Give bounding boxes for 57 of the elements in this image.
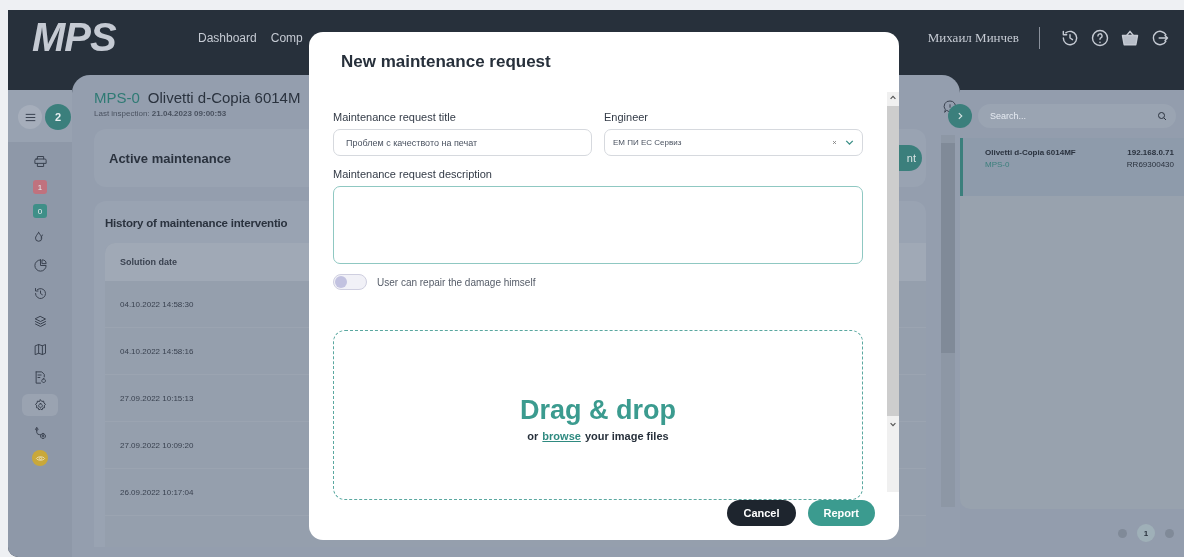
menu-button[interactable] xyxy=(18,105,42,129)
device-list-item[interactable]: Olivetti d-Copia 6014MF 192.168.0.71 MPS-0 RR69300430 xyxy=(960,138,1184,196)
route-icon xyxy=(32,425,48,441)
help-icon[interactable] xyxy=(1090,27,1110,48)
page-button[interactable]: 1 xyxy=(1137,524,1155,542)
nav-link[interactable]: Comp xyxy=(270,30,303,45)
gear-icon xyxy=(32,397,48,413)
panel-title: History of maintenance interventio xyxy=(105,217,289,229)
filter-button[interactable]: 2 xyxy=(45,104,71,130)
browse-link[interactable]: browse xyxy=(542,430,581,442)
dropzone-hint: your image files xyxy=(584,430,669,442)
history-icon xyxy=(32,285,48,301)
table-cell: 26.09.2022 10:17:04 xyxy=(120,487,194,497)
table-cell: 04.10.2022 14:58:30 xyxy=(120,299,194,309)
description-input[interactable] xyxy=(333,186,863,264)
field-label: Maintenance request title xyxy=(333,111,457,123)
column-header[interactable]: Solution date xyxy=(120,257,177,267)
panel-title: Active maintenance xyxy=(109,150,232,166)
scrollbar[interactable] xyxy=(887,92,899,492)
pie-chart-icon xyxy=(32,257,48,273)
engineer-select[interactable]: ЕМ ПИ ЕС Сервиз xyxy=(604,129,863,156)
serial-number: RR69300430 xyxy=(1126,160,1174,169)
count-badge[interactable]: 0 xyxy=(33,204,47,218)
report-button[interactable]: Report xyxy=(807,500,875,526)
alert-icon[interactable] xyxy=(942,99,958,115)
title-input[interactable]: Проблем с качеството на печат xyxy=(333,129,592,156)
device-code: MPS-0 xyxy=(985,160,1010,169)
sidebar-item[interactable] xyxy=(22,394,58,416)
expand-button[interactable] xyxy=(948,104,972,128)
table-cell: 27.09.2022 10:09:20 xyxy=(120,440,194,450)
device-name: Olivetti d-Copia 6014MF xyxy=(985,148,1076,157)
table-cell: 04.10.2022 14:58:16 xyxy=(120,346,194,356)
dropzone-title: Drag & drop xyxy=(520,395,676,426)
user-name[interactable]: Михаил Минчев xyxy=(927,29,1019,46)
logo[interactable]: MPS xyxy=(32,15,182,60)
clear-icon[interactable] xyxy=(830,138,839,147)
dropzone-hint: or xyxy=(527,430,539,442)
last-inspection: Last inspection: 21.04.2023 09:00:53 xyxy=(94,109,227,118)
field-label: Maintenance request description xyxy=(333,168,493,180)
search-icon[interactable] xyxy=(1156,110,1168,122)
table-cell: 27.09.2022 10:15:13 xyxy=(120,393,194,403)
printer-icon xyxy=(32,153,48,169)
field-label: Engineer xyxy=(604,111,650,123)
toggle-label: User can repair the damage himself xyxy=(377,276,536,288)
count-badge[interactable]: 1 xyxy=(33,180,47,194)
device-code: MPS-0 xyxy=(94,89,140,106)
search-field[interactable]: Search... xyxy=(978,104,1176,128)
device-name: Olivetti d-Copia 6014M xyxy=(147,89,301,106)
map-icon xyxy=(32,341,48,357)
device-ip: 192.168.0.71 xyxy=(1127,148,1174,157)
cancel-button[interactable]: Cancel xyxy=(727,500,796,526)
nav-link[interactable]: Dashboard xyxy=(198,30,257,45)
toggle-switch[interactable] xyxy=(333,274,367,290)
document-gear-icon xyxy=(32,369,48,385)
dialog-title: New maintenance request xyxy=(341,52,552,73)
layers-icon xyxy=(32,313,48,329)
eye-button[interactable] xyxy=(32,450,48,466)
